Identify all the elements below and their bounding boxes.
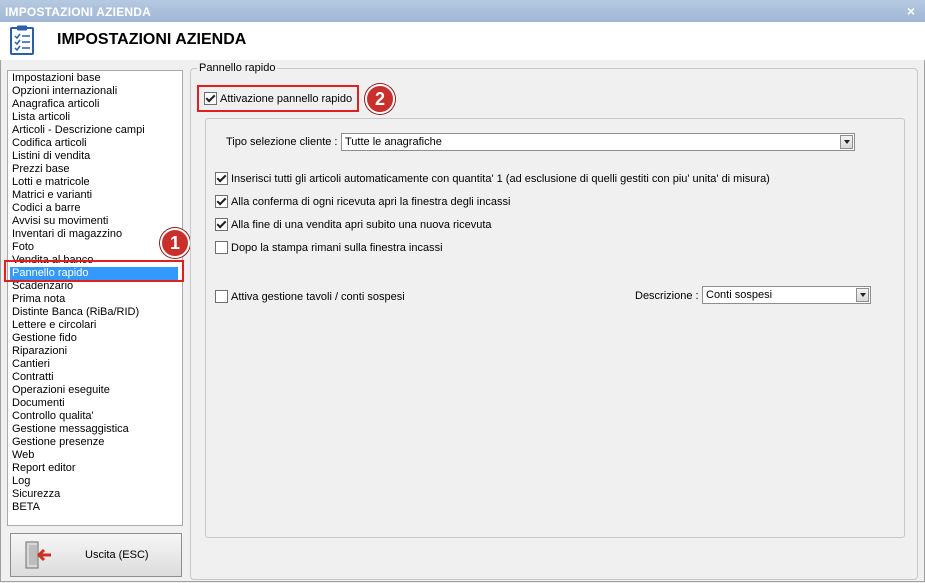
chevron-down-icon[interactable] [856, 288, 869, 302]
step-badge-2: 2 [365, 84, 395, 114]
sidebar-item[interactable]: Matrici e varianti [12, 189, 92, 202]
activate-label: Attivazione pannello rapido [220, 92, 353, 105]
sidebar-item[interactable]: Avvisi su movimenti [12, 215, 108, 228]
sidebar-item[interactable]: Codici a barre [12, 202, 80, 215]
option-label: Inserisci tutti gli articoli automaticam… [231, 172, 770, 185]
sidebar-item[interactable]: Lettere e circolari [12, 319, 96, 332]
sidebar-item[interactable]: Web [12, 449, 34, 462]
description-value: Conti sospesi [706, 289, 773, 301]
sidebar-item[interactable]: Opzioni internazionali [12, 85, 117, 98]
sidebar-item[interactable]: Anagrafica articoli [12, 98, 99, 111]
sidebar-item[interactable]: Inventari di magazzino [12, 228, 122, 241]
step-badge-1: 1 [160, 228, 190, 258]
sidebar-item[interactable]: Impostazioni base [12, 72, 101, 85]
sidebar-item[interactable]: Gestione presenze [12, 436, 104, 449]
sidebar-item[interactable]: Listini di vendita [12, 150, 90, 163]
option-checkbox[interactable]: Inserisci tutti gli articoli automaticam… [215, 172, 770, 185]
exit-button[interactable]: Uscita (ESC) [10, 533, 182, 577]
sidebar-item[interactable]: Lista articoli [12, 111, 70, 124]
sidebar-item[interactable]: Prezzi base [12, 163, 69, 176]
sidebar-menu[interactable]: Impostazioni base Opzioni internazionali A… [7, 70, 183, 526]
checklist-icon [10, 25, 34, 55]
checkbox-box[interactable] [215, 172, 228, 185]
option-checkbox[interactable]: Dopo la stampa rimani sulla finestra inc… [215, 241, 443, 254]
checkbox-box[interactable] [215, 218, 228, 231]
checkbox-box[interactable] [215, 195, 228, 208]
sidebar-item[interactable]: Prima nota [12, 293, 65, 306]
sidebar-item[interactable]: Articoli - Descrizione campi [12, 124, 145, 137]
sidebar-item[interactable]: Riparazioni [12, 345, 67, 358]
client-type-label: Tipo selezione cliente : [226, 136, 338, 148]
tables-checkbox[interactable]: Attiva gestione tavoli / conti sospesi [215, 290, 405, 303]
client-type-select[interactable]: Tutte le anagrafiche [341, 133, 855, 151]
activate-checkbox[interactable]: Attivazione pannello rapido [204, 92, 352, 105]
option-checkbox[interactable]: Alla fine di una vendita apri subito una… [215, 218, 492, 231]
sidebar-item[interactable]: Operazioni eseguite [12, 384, 110, 397]
sidebar-item[interactable]: Codifica articoli [12, 137, 87, 150]
option-label: Alla fine di una vendita apri subito una… [231, 218, 492, 231]
checkbox-box[interactable] [215, 241, 228, 254]
sidebar-item[interactable]: Controllo qualita' [12, 410, 94, 423]
sidebar-item[interactable]: Sicurezza [12, 488, 60, 501]
close-icon[interactable]: × [907, 3, 915, 19]
selection-highlight [4, 260, 184, 282]
sidebar-item[interactable]: Report editor [12, 462, 76, 475]
option-checkbox[interactable]: Alla conferma di ogni ricevuta apri la f… [215, 195, 510, 208]
option-label: Dopo la stampa rimani sulla finestra inc… [231, 241, 443, 254]
chevron-down-icon[interactable] [840, 135, 853, 149]
sidebar-item[interactable]: Foto [12, 241, 34, 254]
description-select[interactable]: Conti sospesi [702, 286, 871, 304]
page-title: IMPOSTAZIONI AZIENDA [57, 31, 247, 48]
option-label: Alla conferma di ogni ricevuta apri la f… [231, 195, 511, 208]
checkbox-box[interactable] [204, 92, 217, 105]
sidebar-item[interactable]: Gestione fido [12, 332, 77, 345]
header: IMPOSTAZIONI AZIENDA [0, 22, 925, 61]
group-title: Pannello rapido [199, 62, 276, 74]
description-label: Descrizione : [635, 290, 699, 302]
sidebar-item[interactable]: BETA [12, 501, 40, 514]
checkbox-box[interactable] [215, 290, 228, 303]
window-titlebar: IMPOSTAZIONI AZIENDA × [0, 0, 925, 23]
sidebar-item[interactable]: Lotti e matricole [12, 176, 90, 189]
exit-label: Uscita (ESC) [85, 549, 149, 561]
tables-label: Attiva gestione tavoli / conti sospesi [231, 290, 405, 303]
sidebar-item[interactable]: Gestione messaggistica [12, 423, 129, 436]
sidebar-item[interactable]: Distinte Banca (RiBa/RID) [12, 306, 139, 319]
client-type-value: Tutte le anagrafiche [345, 136, 442, 148]
sidebar-item[interactable]: Log [12, 475, 30, 488]
exit-door-icon [25, 541, 51, 569]
sidebar-item[interactable]: Documenti [12, 397, 65, 410]
sidebar-item[interactable]: Cantieri [12, 358, 50, 371]
window-title: IMPOSTAZIONI AZIENDA [5, 5, 151, 19]
sidebar-item[interactable]: Contratti [12, 371, 54, 384]
